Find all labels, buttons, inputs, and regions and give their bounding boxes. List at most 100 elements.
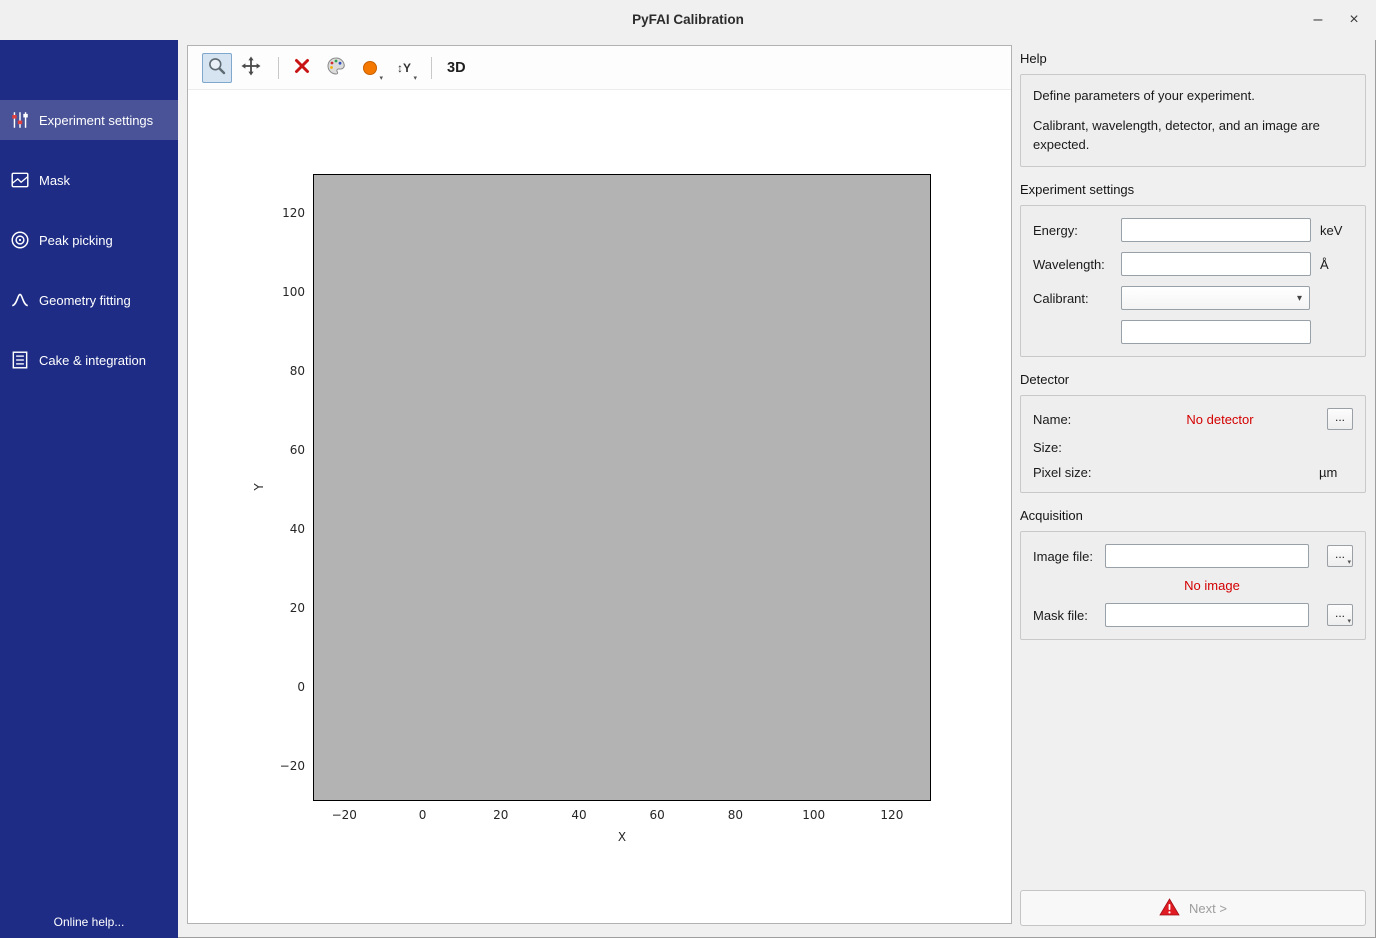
mask-file-label: Mask file: — [1033, 608, 1105, 623]
x-tick-label: 120 — [880, 808, 903, 822]
toolbar-separator — [431, 57, 432, 79]
sidebar-item-peak-picking[interactable]: Peak picking — [0, 220, 178, 260]
calibrant-file-input[interactable] — [1121, 320, 1311, 344]
y-tick-label: 120 — [282, 206, 305, 220]
detector-status: No detector — [1121, 412, 1319, 427]
integration-lines-icon — [10, 350, 30, 370]
pan-tool-button[interactable] — [236, 53, 266, 83]
y-axis-icon: ↕Y — [397, 61, 411, 75]
sliders-icon — [10, 110, 30, 130]
online-help-link[interactable]: Online help... — [0, 915, 178, 929]
image-file-label: Image file: — [1033, 549, 1105, 564]
image-file-browse-button[interactable]: ...▾ — [1327, 545, 1353, 567]
help-text-line: Calibrant, wavelength, detector, and an … — [1033, 117, 1353, 154]
experiment-settings-title: Experiment settings — [1020, 182, 1366, 197]
energy-input[interactable] — [1121, 218, 1311, 242]
image-status: No image — [1105, 578, 1319, 593]
image-file-input[interactable] — [1105, 544, 1309, 568]
calibrant-label: Calibrant: — [1033, 291, 1121, 306]
pixel-size-unit: µm — [1319, 465, 1353, 480]
experiment-settings-box: Energy: keV Wavelength: Å Calibrant: ▾ — [1020, 205, 1366, 357]
sidebar-item-label: Cake & integration — [39, 353, 146, 368]
x-tick-row: −20020406080100120 — [313, 808, 931, 824]
mask-file-browse-button[interactable]: ...▾ — [1327, 604, 1353, 626]
mask-image-icon — [10, 170, 30, 190]
y-tick-label: 0 — [297, 680, 305, 694]
orange-dot-icon — [363, 61, 377, 75]
mask-file-input[interactable] — [1105, 603, 1309, 627]
plot-image-area[interactable] — [313, 174, 931, 801]
wavelength-unit: Å — [1320, 257, 1354, 272]
help-section-title: Help — [1020, 51, 1366, 66]
help-text-line: Define parameters of your experiment. — [1033, 87, 1353, 105]
sidebar-item-label: Experiment settings — [39, 113, 153, 128]
pixel-size-row: Pixel size: µm — [1033, 465, 1353, 480]
calibrant-select[interactable]: ▾ — [1121, 286, 1310, 310]
sidebar-item-label: Geometry fitting — [39, 293, 131, 308]
energy-row: Energy: keV — [1033, 218, 1353, 242]
3d-view-button[interactable]: 3D — [440, 53, 473, 83]
target-rings-icon — [10, 230, 30, 250]
energy-unit: keV — [1320, 223, 1354, 238]
energy-label: Energy: — [1033, 223, 1121, 238]
x-tick-label: 20 — [493, 808, 508, 822]
minimize-button[interactable]: – — [1304, 0, 1332, 40]
titlebar: PyFAI Calibration – × — [0, 0, 1376, 40]
wavelength-input[interactable] — [1121, 252, 1311, 276]
palette-icon — [326, 56, 346, 79]
move-arrows-icon — [241, 56, 261, 79]
detector-size-label: Size: — [1033, 440, 1121, 455]
axes-orientation-button[interactable]: ↕Y ▾ — [389, 53, 419, 83]
chevron-down-icon: ▾ — [379, 75, 383, 82]
sidebar-item-geometry-fitting[interactable]: Geometry fitting — [0, 280, 178, 320]
detector-size-row: Size: — [1033, 440, 1353, 455]
acquisition-box: Image file: ...▾ No image Mask file: ...… — [1020, 531, 1366, 640]
y-axis-label: Y — [252, 483, 266, 490]
calibrant-row: Calibrant: ▾ — [1033, 286, 1353, 310]
wavelength-row: Wavelength: Å — [1033, 252, 1353, 276]
toolbar-separator — [278, 57, 279, 79]
x-tick-label: 0 — [419, 808, 427, 822]
pixel-size-label: Pixel size: — [1033, 465, 1121, 480]
settings-panel: Help Define parameters of your experimen… — [1020, 45, 1366, 926]
marker-style-button[interactable]: ▾ — [355, 53, 385, 83]
x-tick-label: 80 — [728, 808, 743, 822]
plot-toolbar: ▾ ↕Y ▾ 3D — [188, 46, 1011, 90]
y-tick-label: 100 — [282, 285, 305, 299]
detector-name-row: Name: No detector ... — [1033, 408, 1353, 430]
colormap-button[interactable] — [321, 53, 351, 83]
calibrant-file-row — [1033, 320, 1353, 344]
y-tick-label: 80 — [290, 364, 305, 378]
x-tick-label: 100 — [802, 808, 825, 822]
x-tick-label: 60 — [650, 808, 665, 822]
y-tick-label: 60 — [290, 443, 305, 457]
zoom-tool-button[interactable] — [202, 53, 232, 83]
next-button-label: Next > — [1189, 901, 1227, 916]
peak-curve-icon — [10, 290, 30, 310]
y-tick-label: 20 — [290, 601, 305, 615]
clear-markers-button[interactable] — [287, 53, 317, 83]
acquisition-section-title: Acquisition — [1020, 508, 1366, 523]
chevron-down-icon: ▾ — [1297, 293, 1302, 304]
y-tick-label: −20 — [280, 759, 305, 773]
sidebar-item-mask[interactable]: Mask — [0, 160, 178, 200]
y-tick-label: 40 — [290, 522, 305, 536]
next-button[interactable]: Next > — [1020, 890, 1366, 926]
sidebar-item-cake-integration[interactable]: Cake & integration — [0, 340, 178, 380]
sidebar: Experiment settings Mask Peak picking — [0, 40, 178, 938]
detector-section-title: Detector — [1020, 372, 1366, 387]
sidebar-item-label: Peak picking — [39, 233, 113, 248]
chevron-down-icon: ▾ — [1347, 559, 1351, 566]
detector-browse-button[interactable]: ... — [1327, 408, 1353, 430]
close-button[interactable]: × — [1340, 0, 1368, 40]
plot-panel: ▾ ↕Y ▾ 3D −20020406080100120 −2002040608… — [187, 45, 1012, 924]
x-axis-label: X — [313, 830, 931, 844]
sidebar-item-experiment-settings[interactable]: Experiment settings — [0, 100, 178, 140]
wavelength-label: Wavelength: — [1033, 257, 1121, 272]
red-cross-icon — [293, 57, 311, 78]
mask-file-row: Mask file: ...▾ — [1033, 603, 1353, 627]
window-title: PyFAI Calibration — [0, 0, 1376, 40]
detector-name-label: Name: — [1033, 412, 1121, 427]
detector-box: Name: No detector ... Size: Pixel size: … — [1020, 395, 1366, 493]
x-tick-label: 40 — [571, 808, 586, 822]
